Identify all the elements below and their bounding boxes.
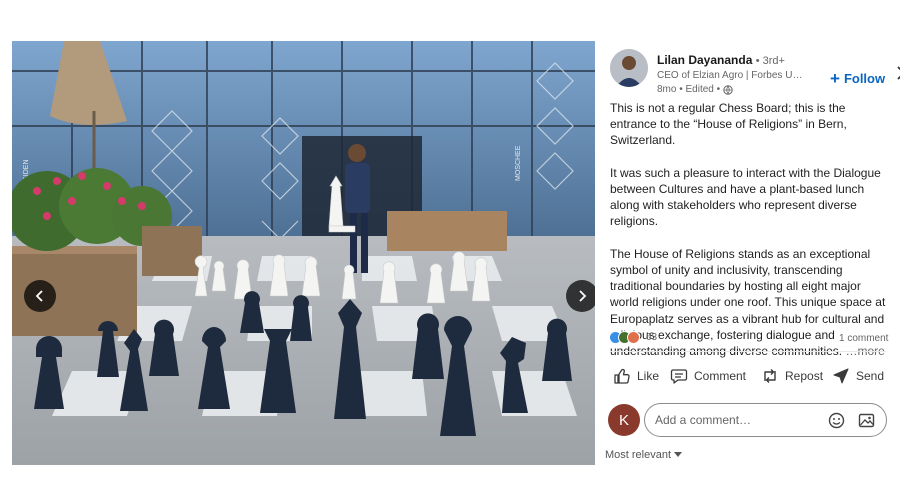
comment-count[interactable]: 1 comment <box>839 333 888 344</box>
post-paragraph-1: This is not a regular Chess Board; this … <box>610 101 847 148</box>
chevron-left-icon <box>35 290 43 302</box>
add-comment-row: K <box>608 403 890 439</box>
speech-bubble-icon <box>670 369 688 384</box>
plus-icon: + <box>830 69 840 88</box>
caret-down-icon <box>674 452 683 457</box>
post-meta: 8mo • Edited • <box>657 84 733 95</box>
globe-icon <box>723 84 733 95</box>
thumbs-up-icon <box>614 368 630 384</box>
comment-input[interactable] <box>644 403 887 437</box>
comment-sort-dropdown[interactable]: Most relevant <box>605 449 683 461</box>
sign-right: MOSCHEE <box>515 145 522 181</box>
love-reaction-icon <box>627 331 640 344</box>
send-button[interactable]: Send <box>832 362 884 390</box>
connection-degree: • 3rd+ <box>755 55 785 67</box>
post-meta-text: 8mo • Edited • <box>657 84 721 95</box>
reaction-count[interactable]: 63 <box>646 332 657 343</box>
action-bar: Like Comment Repost Send <box>610 362 892 390</box>
chevron-right-icon <box>579 290 587 302</box>
repost-button[interactable]: Repost <box>761 362 823 390</box>
post-header: Lilan Dayananda • 3rd+ CEO of Elzian Agr… <box>610 49 900 95</box>
chess-board-photo: FUGIDEN MOSCHEE <box>12 41 595 465</box>
close-icon[interactable] <box>896 65 900 81</box>
reactions-summary[interactable]: 63 <box>609 331 657 344</box>
image-icon[interactable] <box>858 412 875 429</box>
comment-label: Comment <box>694 369 747 383</box>
comment-button[interactable]: Comment <box>670 362 746 390</box>
post-text: This is not a regular Chess Board; this … <box>610 100 892 359</box>
previous-image-button[interactable] <box>24 280 56 312</box>
author-name[interactable]: Lilan Dayananda • 3rd+ <box>657 53 785 67</box>
like-button[interactable]: Like <box>613 362 659 390</box>
next-image-button[interactable] <box>566 280 595 312</box>
author-avatar[interactable] <box>610 49 648 87</box>
repost-label: Repost <box>785 369 824 383</box>
post-paragraph-2: It was such a pleasure to interact with … <box>610 165 881 229</box>
like-label: Like <box>637 369 660 383</box>
divider <box>610 351 886 352</box>
follow-button[interactable]: + Follow <box>830 69 886 88</box>
author-name-text[interactable]: Lilan Dayananda <box>657 53 752 67</box>
my-avatar: K <box>608 404 640 436</box>
paper-plane-icon <box>833 368 849 384</box>
send-label: Send <box>856 369 885 383</box>
follow-label: Follow <box>843 71 886 86</box>
repost-arrows-icon <box>764 369 776 383</box>
post-photo: FUGIDEN MOSCHEE <box>12 41 595 465</box>
post-detail-panel: Lilan Dayananda • 3rd+ CEO of Elzian Agr… <box>596 41 900 503</box>
author-headline: CEO of Elzian Agro | Forbes Unde... <box>657 70 807 81</box>
author-photo <box>610 49 648 87</box>
reaction-icons <box>609 331 640 344</box>
smiley-icon[interactable] <box>828 412 845 429</box>
sort-label: Most relevant <box>605 449 672 461</box>
